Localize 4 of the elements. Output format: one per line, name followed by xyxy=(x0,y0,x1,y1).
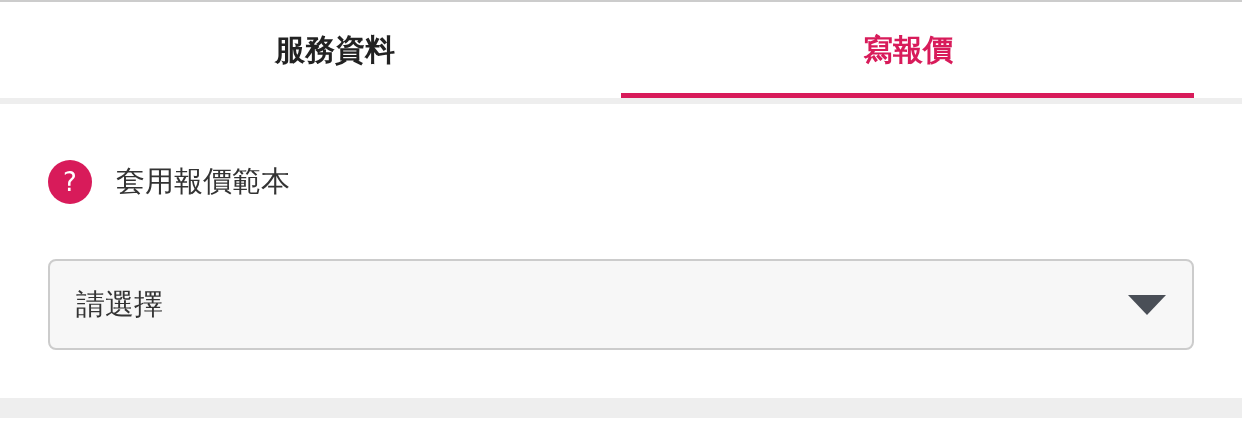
caret-icon xyxy=(1128,294,1166,315)
field-label: 套用報價範本 xyxy=(116,163,290,200)
select-field[interactable]: 請選擇 xyxy=(48,259,1194,350)
help-icon[interactable]: ? xyxy=(48,160,92,204)
